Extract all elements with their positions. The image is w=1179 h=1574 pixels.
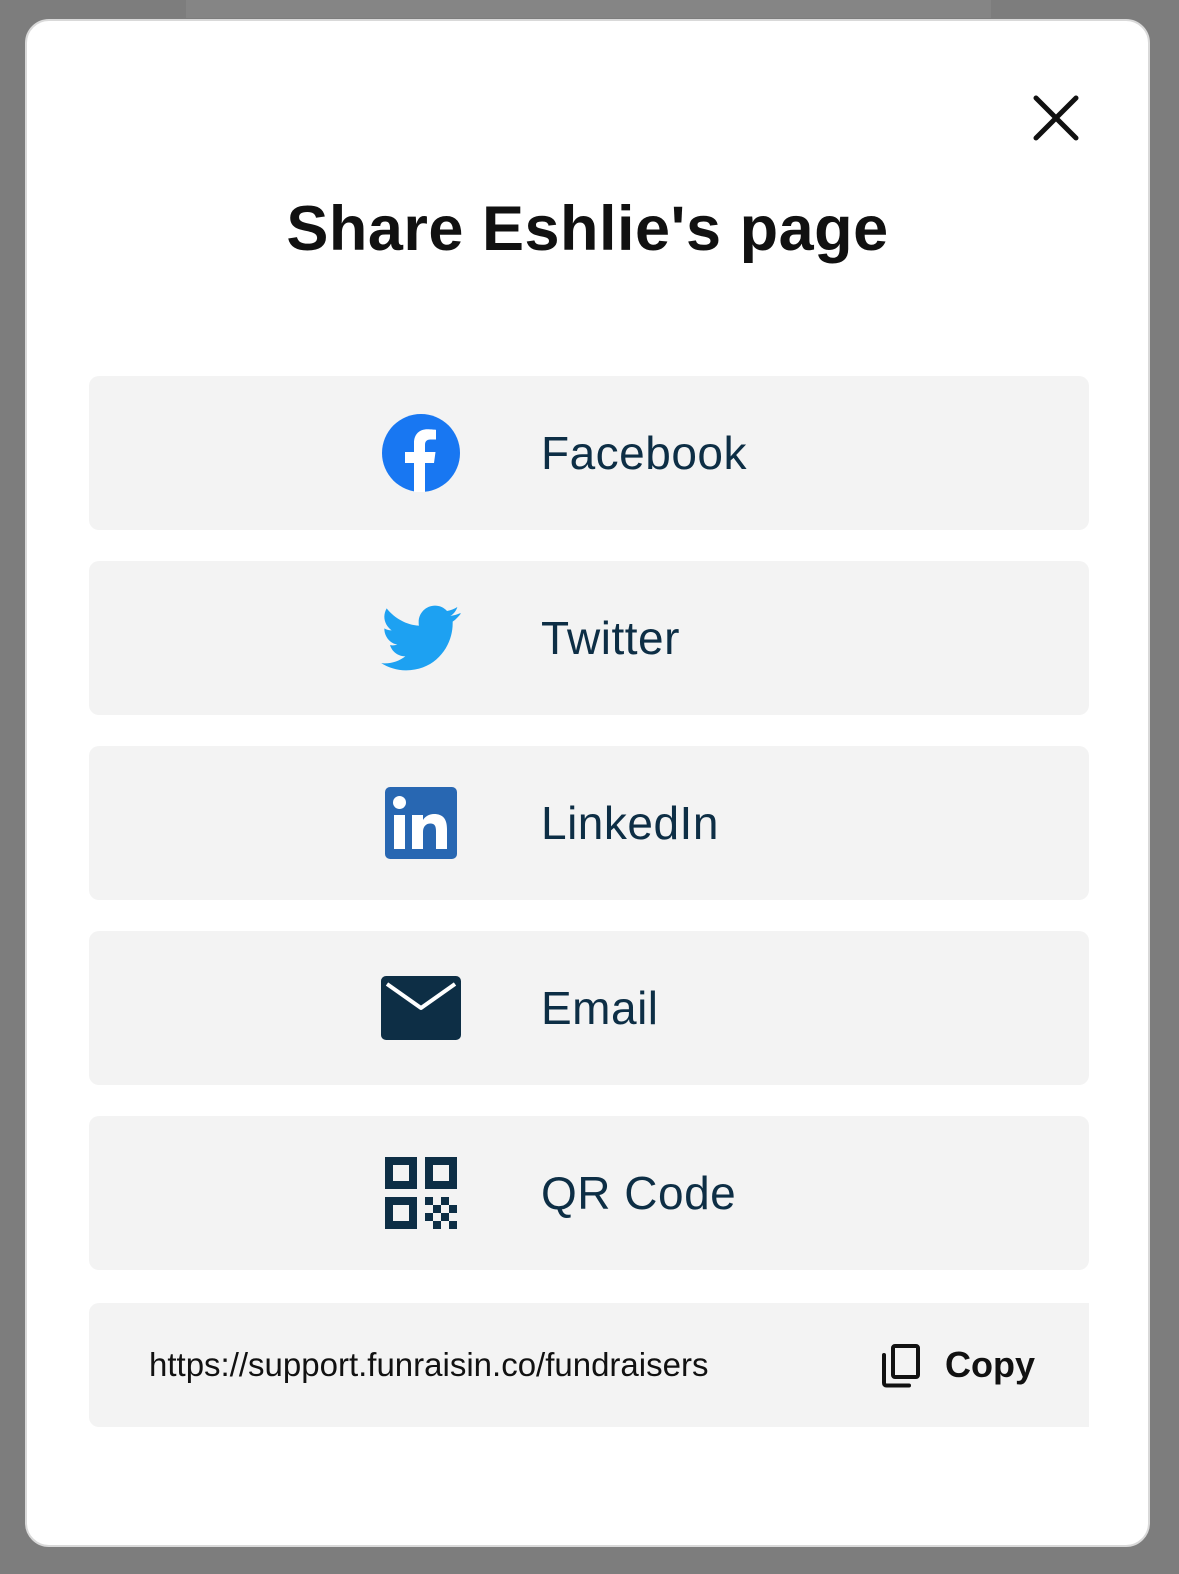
copy-icon	[882, 1344, 920, 1388]
share-link-url[interactable]: https://support.funraisin.co/fundraisers	[149, 1303, 708, 1427]
share-options-list: Facebook Twitter LinkedIn Email QR Code	[89, 376, 1089, 1301]
copy-label: Copy	[945, 1344, 1035, 1385]
facebook-icon	[381, 413, 461, 493]
share-qr-code-label: QR Code	[541, 1167, 737, 1219]
close-icon	[1033, 95, 1079, 141]
share-facebook-button[interactable]: Facebook	[89, 376, 1089, 530]
share-qr-code-button[interactable]: QR Code	[89, 1116, 1089, 1270]
linkedin-icon	[381, 783, 461, 863]
close-button[interactable]	[1029, 91, 1083, 145]
share-facebook-label: Facebook	[541, 427, 748, 479]
share-email-button[interactable]: Email	[89, 931, 1089, 1085]
twitter-icon	[381, 598, 461, 678]
share-linkedin-button[interactable]: LinkedIn	[89, 746, 1089, 900]
share-modal: Share Eshlie's page Facebook Twitter Lin…	[25, 19, 1150, 1547]
envelope-icon	[381, 968, 461, 1048]
modal-title: Share Eshlie's page	[286, 194, 889, 264]
share-link-bar: https://support.funraisin.co/fundraisers…	[89, 1303, 1089, 1427]
qr-code-icon	[381, 1153, 461, 1233]
copy-link-button[interactable]: Copy	[879, 1303, 1059, 1427]
share-twitter-button[interactable]: Twitter	[89, 561, 1089, 715]
share-linkedin-label: LinkedIn	[541, 797, 719, 849]
share-email-label: Email	[541, 982, 659, 1034]
share-twitter-label: Twitter	[541, 612, 680, 664]
backdrop-panel	[186, 0, 991, 18]
